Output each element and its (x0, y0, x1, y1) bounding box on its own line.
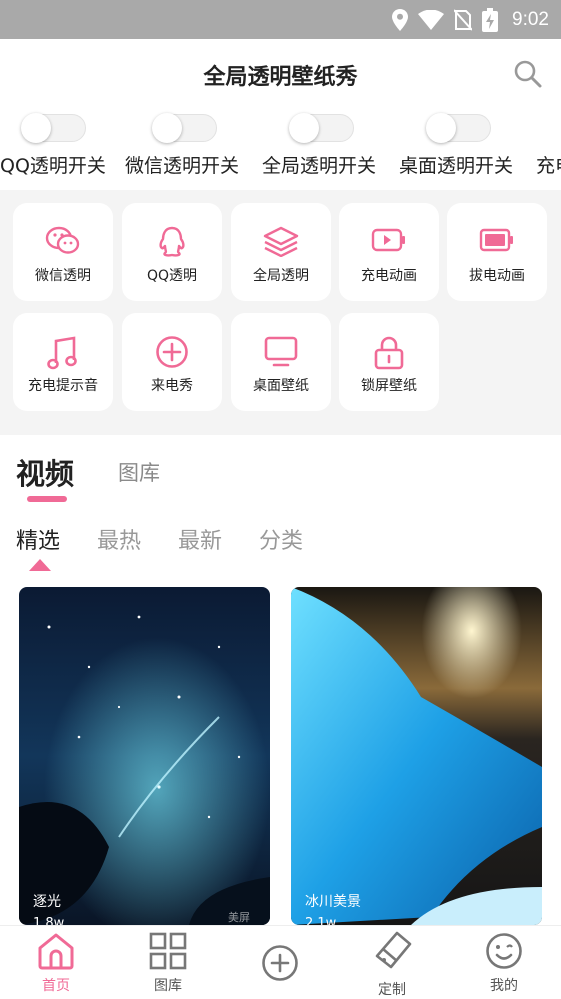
switch-knob (21, 113, 51, 143)
add-circle-icon (262, 945, 298, 981)
lock-icon (374, 336, 404, 370)
feature-label: 锁屏壁纸 (361, 378, 417, 394)
charging-battery-icon (371, 228, 405, 252)
home-icon (38, 933, 74, 970)
content-tabs: 视频 图库 (0, 435, 561, 507)
search-icon[interactable] (513, 59, 543, 89)
wifi-icon (418, 10, 445, 30)
subtab-newest[interactable]: 最新 (178, 523, 222, 555)
nav-mine[interactable]: 我的 (448, 926, 560, 999)
video-card[interactable]: 冰川美景 2.1w (291, 587, 542, 925)
nav-label: 定制 (378, 982, 406, 998)
bottom-nav: 首页 图库 定制 我的 (0, 925, 561, 999)
status-time: 9:02 (512, 9, 549, 30)
location-icon (392, 9, 409, 31)
nav-label: 图库 (154, 978, 182, 994)
monitor-icon (264, 336, 298, 367)
qq-icon (159, 226, 185, 257)
card-view-count: 1.8w (33, 916, 65, 925)
toggle-label: 微信透明开关 (125, 155, 240, 177)
feature-grid: 微信透明 QQ透明 全局透明 充电动画 拔电动画 充电提示音 来电秀 桌面壁纸 … (0, 190, 561, 435)
status-bar: 9:02 (0, 0, 561, 39)
subtab-hottest[interactable]: 最热 (97, 523, 141, 555)
brush-icon (375, 931, 412, 969)
feature-qq-transparent[interactable]: QQ透明 (122, 203, 222, 301)
battery-full-icon (479, 228, 513, 252)
global-transparent-switch[interactable] (289, 113, 354, 143)
music-note-icon (47, 336, 77, 370)
grid-icon (149, 932, 187, 970)
page-title: 全局透明壁纸秀 (203, 65, 358, 90)
card-title: 逐光 (33, 894, 61, 910)
nav-gallery[interactable]: 图库 (112, 926, 224, 999)
feature-label: 微信透明 (35, 268, 91, 284)
feature-label: 拔电动画 (469, 268, 525, 284)
tab-video[interactable]: 视频 (16, 451, 74, 493)
card-watermark: 美屏 (228, 911, 250, 924)
toggle-label: QQ透明开关 (0, 155, 106, 177)
feature-unplug-animation[interactable]: 拔电动画 (447, 203, 547, 301)
active-tab-indicator (27, 496, 67, 502)
desktop-transparent-switch[interactable] (426, 113, 491, 143)
switch-knob (289, 113, 319, 143)
qq-transparent-switch[interactable] (21, 113, 86, 143)
plus-circle-icon (156, 336, 188, 368)
card-thumbnail-glacier (291, 587, 542, 925)
nav-label: 首页 (42, 978, 70, 994)
subtab-category[interactable]: 分类 (259, 523, 303, 555)
nav-add[interactable] (224, 926, 336, 999)
wechat-transparent-switch[interactable] (152, 113, 217, 143)
video-card[interactable]: 逐光 1.8w 美屏 (19, 587, 270, 925)
feature-label: 充电提示音 (28, 378, 98, 394)
wechat-icon (45, 226, 80, 254)
tab-gallery[interactable]: 图库 (118, 457, 160, 487)
feature-label: 全局透明 (253, 268, 309, 284)
feature-charging-animation[interactable]: 充电动画 (339, 203, 439, 301)
feature-label: QQ透明 (146, 268, 198, 284)
feature-label: 桌面壁纸 (253, 378, 309, 394)
feature-charging-sound[interactable]: 充电提示音 (13, 313, 113, 411)
card-thumbnail-starry-night (19, 587, 270, 925)
no-sim-icon (454, 9, 473, 31)
nav-customize[interactable]: 定制 (336, 926, 448, 999)
switch-knob (426, 113, 456, 143)
feature-call-show[interactable]: 来电秀 (122, 313, 222, 411)
switch-knob (152, 113, 182, 143)
feature-label: 充电动画 (361, 268, 417, 284)
nav-home[interactable]: 首页 (0, 926, 112, 999)
sub-tabs: 精选 最热 最新 分类 (0, 507, 561, 577)
feature-global-transparent[interactable]: 全局透明 (231, 203, 331, 301)
toggle-label: 桌面透明开关 (399, 155, 514, 177)
battery-charging-icon (482, 8, 499, 32)
nav-label: 我的 (490, 978, 518, 994)
active-subtab-indicator (29, 559, 51, 571)
card-view-count: 2.1w (305, 916, 337, 925)
transparency-toggle-strip: QQ透明开关 微信透明开关 全局透明开关 桌面透明开关 充电 (0, 107, 561, 182)
layers-icon (263, 226, 299, 257)
toggle-label[interactable]: 充电 (536, 151, 561, 178)
feature-label: 来电秀 (151, 378, 193, 394)
feature-lockscreen-wallpaper[interactable]: 锁屏壁纸 (339, 313, 439, 411)
card-title: 冰川美景 (305, 894, 361, 910)
face-icon (486, 933, 522, 969)
toggle-label: 全局透明开关 (262, 155, 377, 177)
subtab-featured[interactable]: 精选 (16, 523, 60, 555)
app-header: 全局透明壁纸秀 (0, 39, 561, 107)
feature-desktop-wallpaper[interactable]: 桌面壁纸 (231, 313, 331, 411)
feature-wechat-transparent[interactable]: 微信透明 (13, 203, 113, 301)
